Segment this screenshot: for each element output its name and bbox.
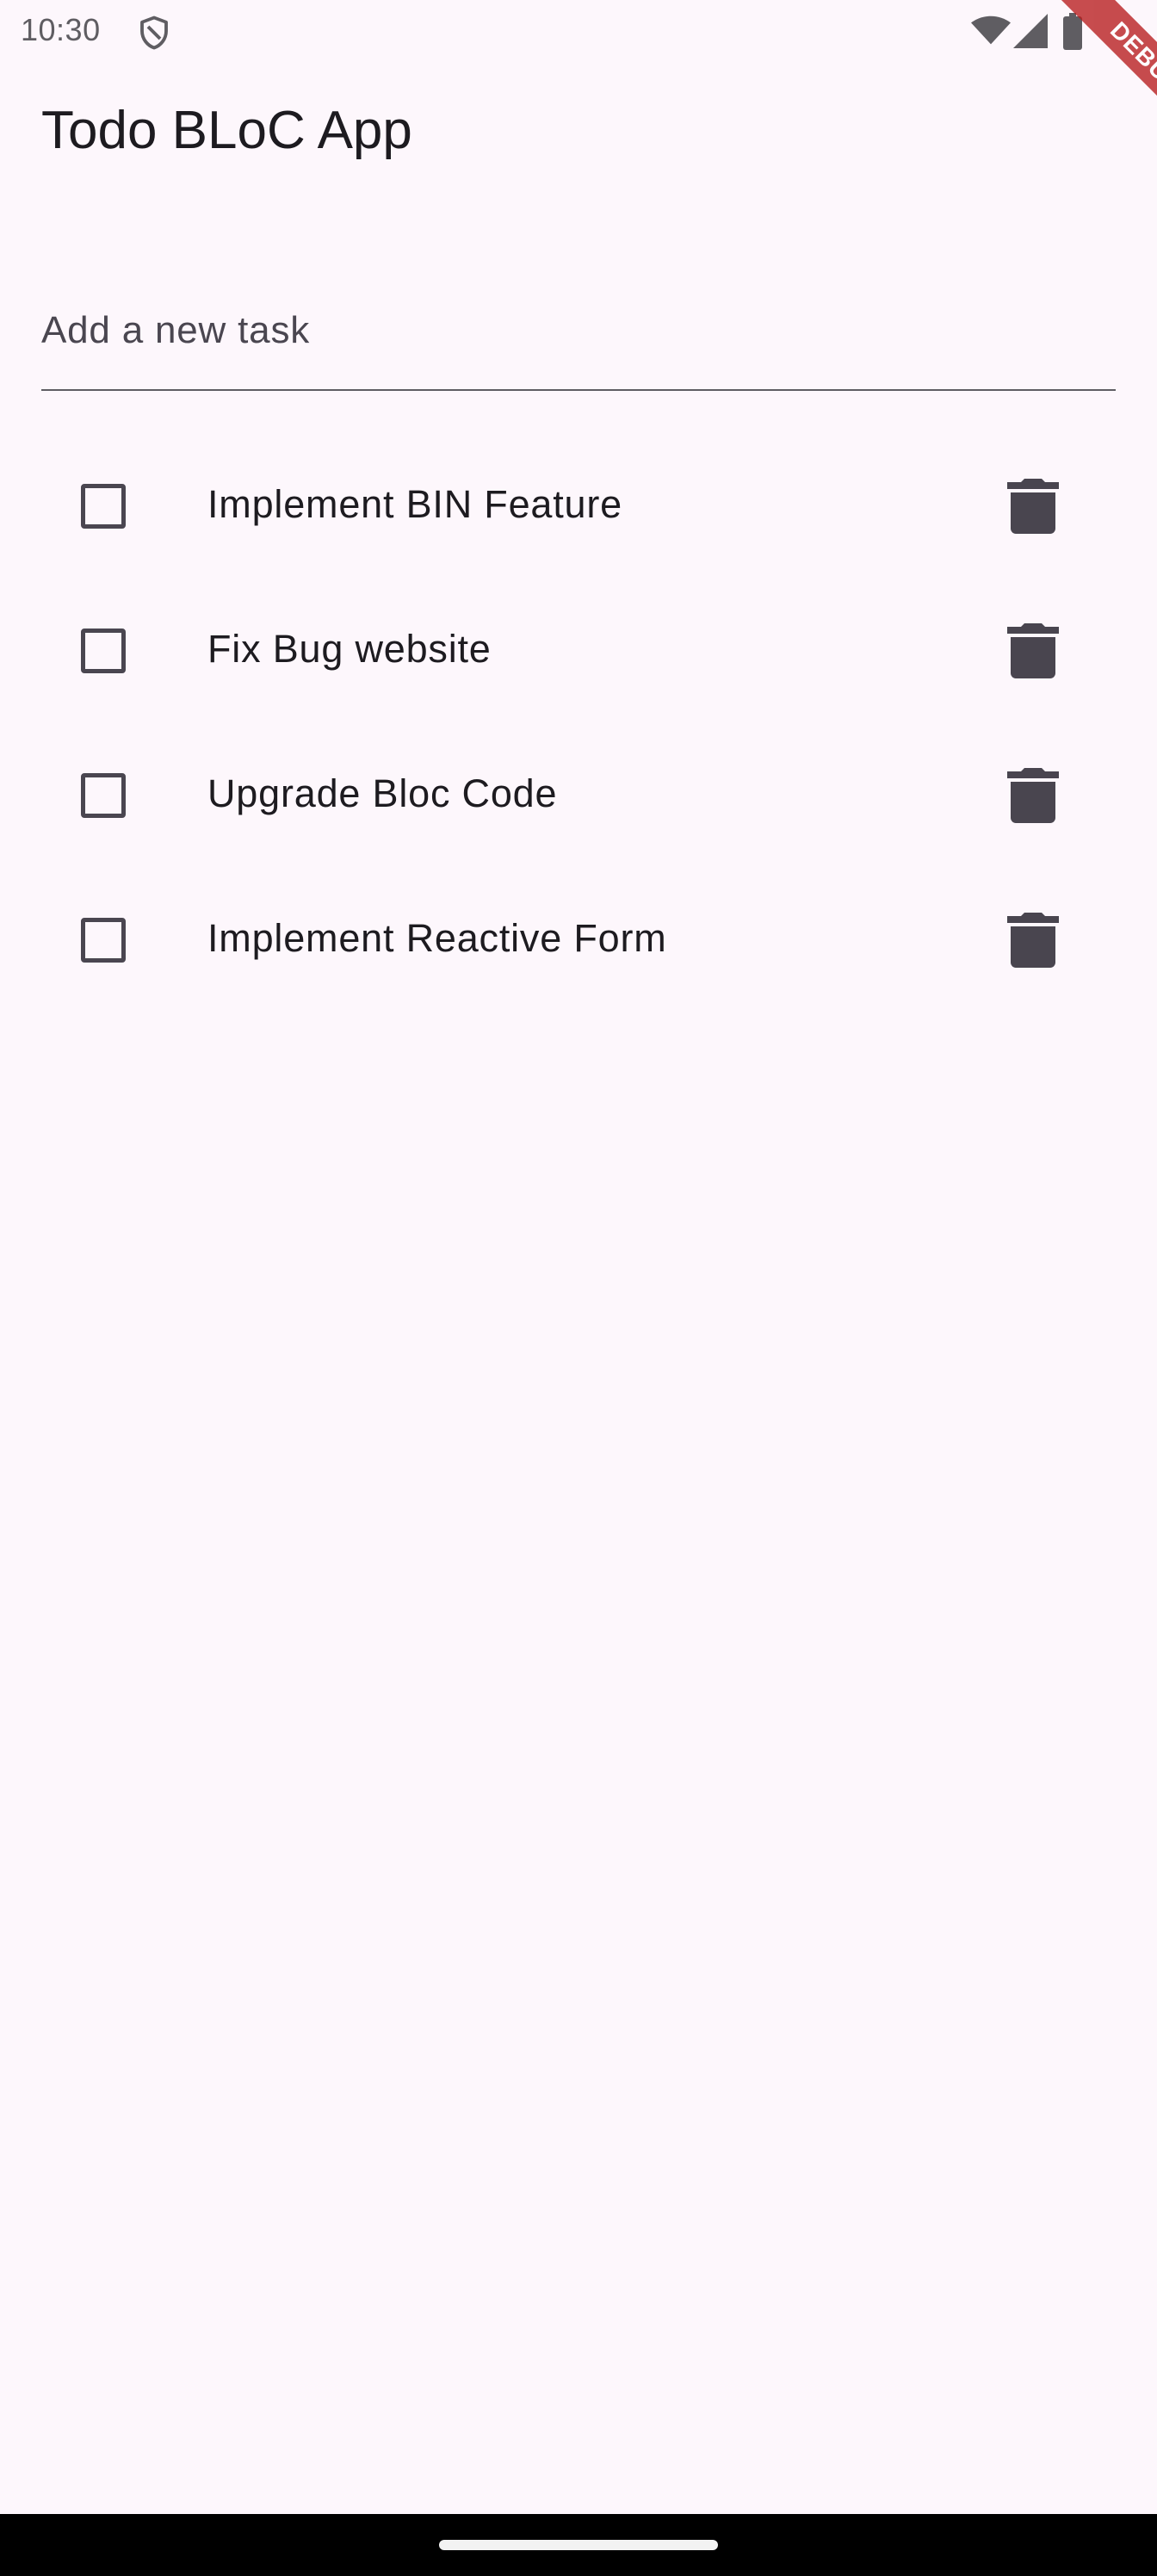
todo-label: Implement BIN Feature: [207, 482, 622, 526]
todo-checkbox[interactable]: [81, 484, 126, 529]
trash-icon: [1007, 768, 1059, 823]
todo-label: Fix Bug website: [207, 627, 492, 671]
todo-checkbox[interactable]: [81, 918, 126, 963]
delete-button[interactable]: [1007, 913, 1059, 968]
navigation-bar: [0, 2514, 1157, 2576]
trash-icon: [1007, 623, 1059, 678]
todo-label: Implement Reactive Form: [207, 916, 667, 960]
status-bar: 10:30: [0, 0, 1157, 65]
trash-icon: [1007, 913, 1059, 968]
delete-button[interactable]: [1007, 623, 1059, 678]
todo-item: Implement Reactive Form: [0, 868, 1157, 1012]
todo-item: Fix Bug website: [0, 579, 1157, 723]
new-task-input[interactable]: [41, 272, 1116, 391]
debug-banner: DEBUG: [1002, 0, 1157, 155]
trash-icon: [1007, 479, 1059, 534]
status-time: 10:30: [21, 12, 101, 47]
shield-icon: [136, 14, 172, 52]
page-title: Todo BLoC App: [41, 101, 412, 160]
todo-list: Implement BIN Feature Fix Bug website Up…: [0, 434, 1157, 1012]
todo-item: Upgrade Bloc Code: [0, 723, 1157, 868]
delete-button[interactable]: [1007, 479, 1059, 534]
todo-item: Implement BIN Feature: [0, 434, 1157, 579]
todo-checkbox[interactable]: [81, 629, 126, 673]
todo-label: Upgrade Bloc Code: [207, 771, 558, 815]
todo-checkbox[interactable]: [81, 773, 126, 818]
debug-banner-label: DEBUG: [1036, 0, 1157, 155]
delete-button[interactable]: [1007, 768, 1059, 823]
home-indicator[interactable]: [439, 2540, 718, 2550]
